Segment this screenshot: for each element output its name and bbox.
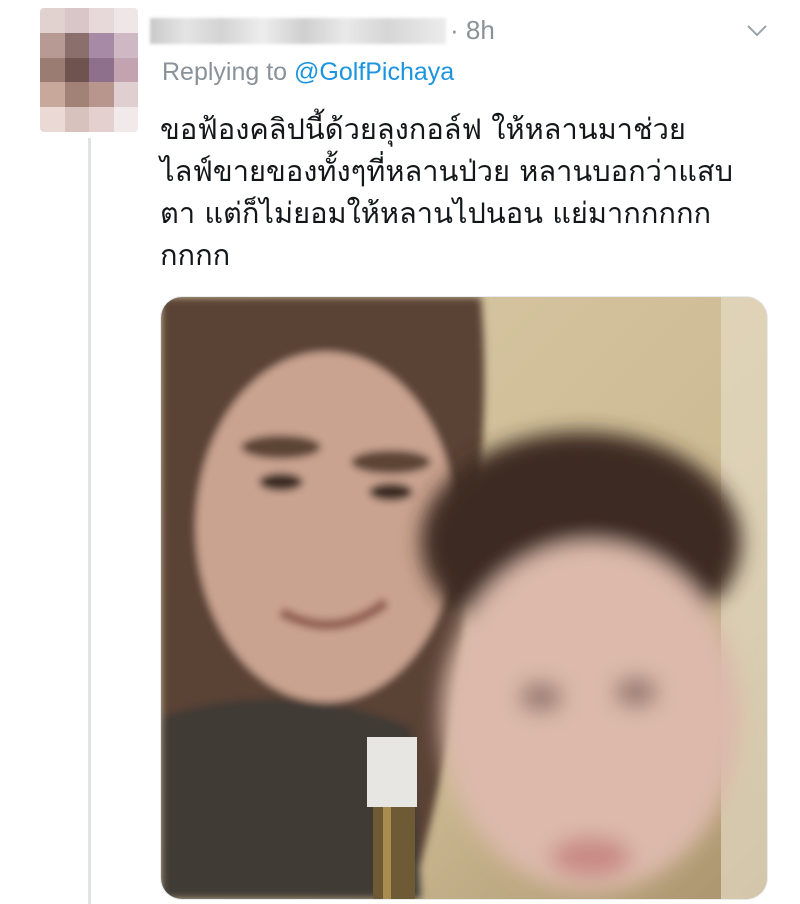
tweet-text-line: ขอฟ้องคลิปนี้ด้วยลุงกอล์ฟ ให้หลานมาช่วย xyxy=(160,112,686,146)
replying-handle-link[interactable]: @GolfPichaya xyxy=(294,58,454,86)
tweet-text-line: ไลฟ์ขายของทั้งๆที่หลานป่วย หลานบอกว่าแสบ xyxy=(160,154,734,188)
tweet-timestamp[interactable]: · 8h xyxy=(450,15,495,46)
tweet-media-video[interactable] xyxy=(160,296,768,900)
video-frame xyxy=(161,297,767,899)
avatar[interactable] xyxy=(40,8,138,132)
tweet-text-line: กกกก xyxy=(160,238,231,272)
tweet-text-line: ตา แต่ก็ไม่ยอมให้หลานไปนอน แย่มากกกกก xyxy=(160,196,712,230)
replying-label: Replying to xyxy=(162,58,288,86)
reply-thread-line xyxy=(88,138,91,904)
author-name-blurred[interactable] xyxy=(150,18,446,44)
tweet-header: · 8h xyxy=(150,10,767,50)
chevron-down-icon[interactable] xyxy=(746,24,768,38)
tweet-text: ขอฟ้องคลิปนี้ด้วยลุงกอล์ฟ ให้หลานมาช่วย … xyxy=(160,108,790,276)
replying-to: Replying to @GolfPichaya xyxy=(162,58,454,87)
